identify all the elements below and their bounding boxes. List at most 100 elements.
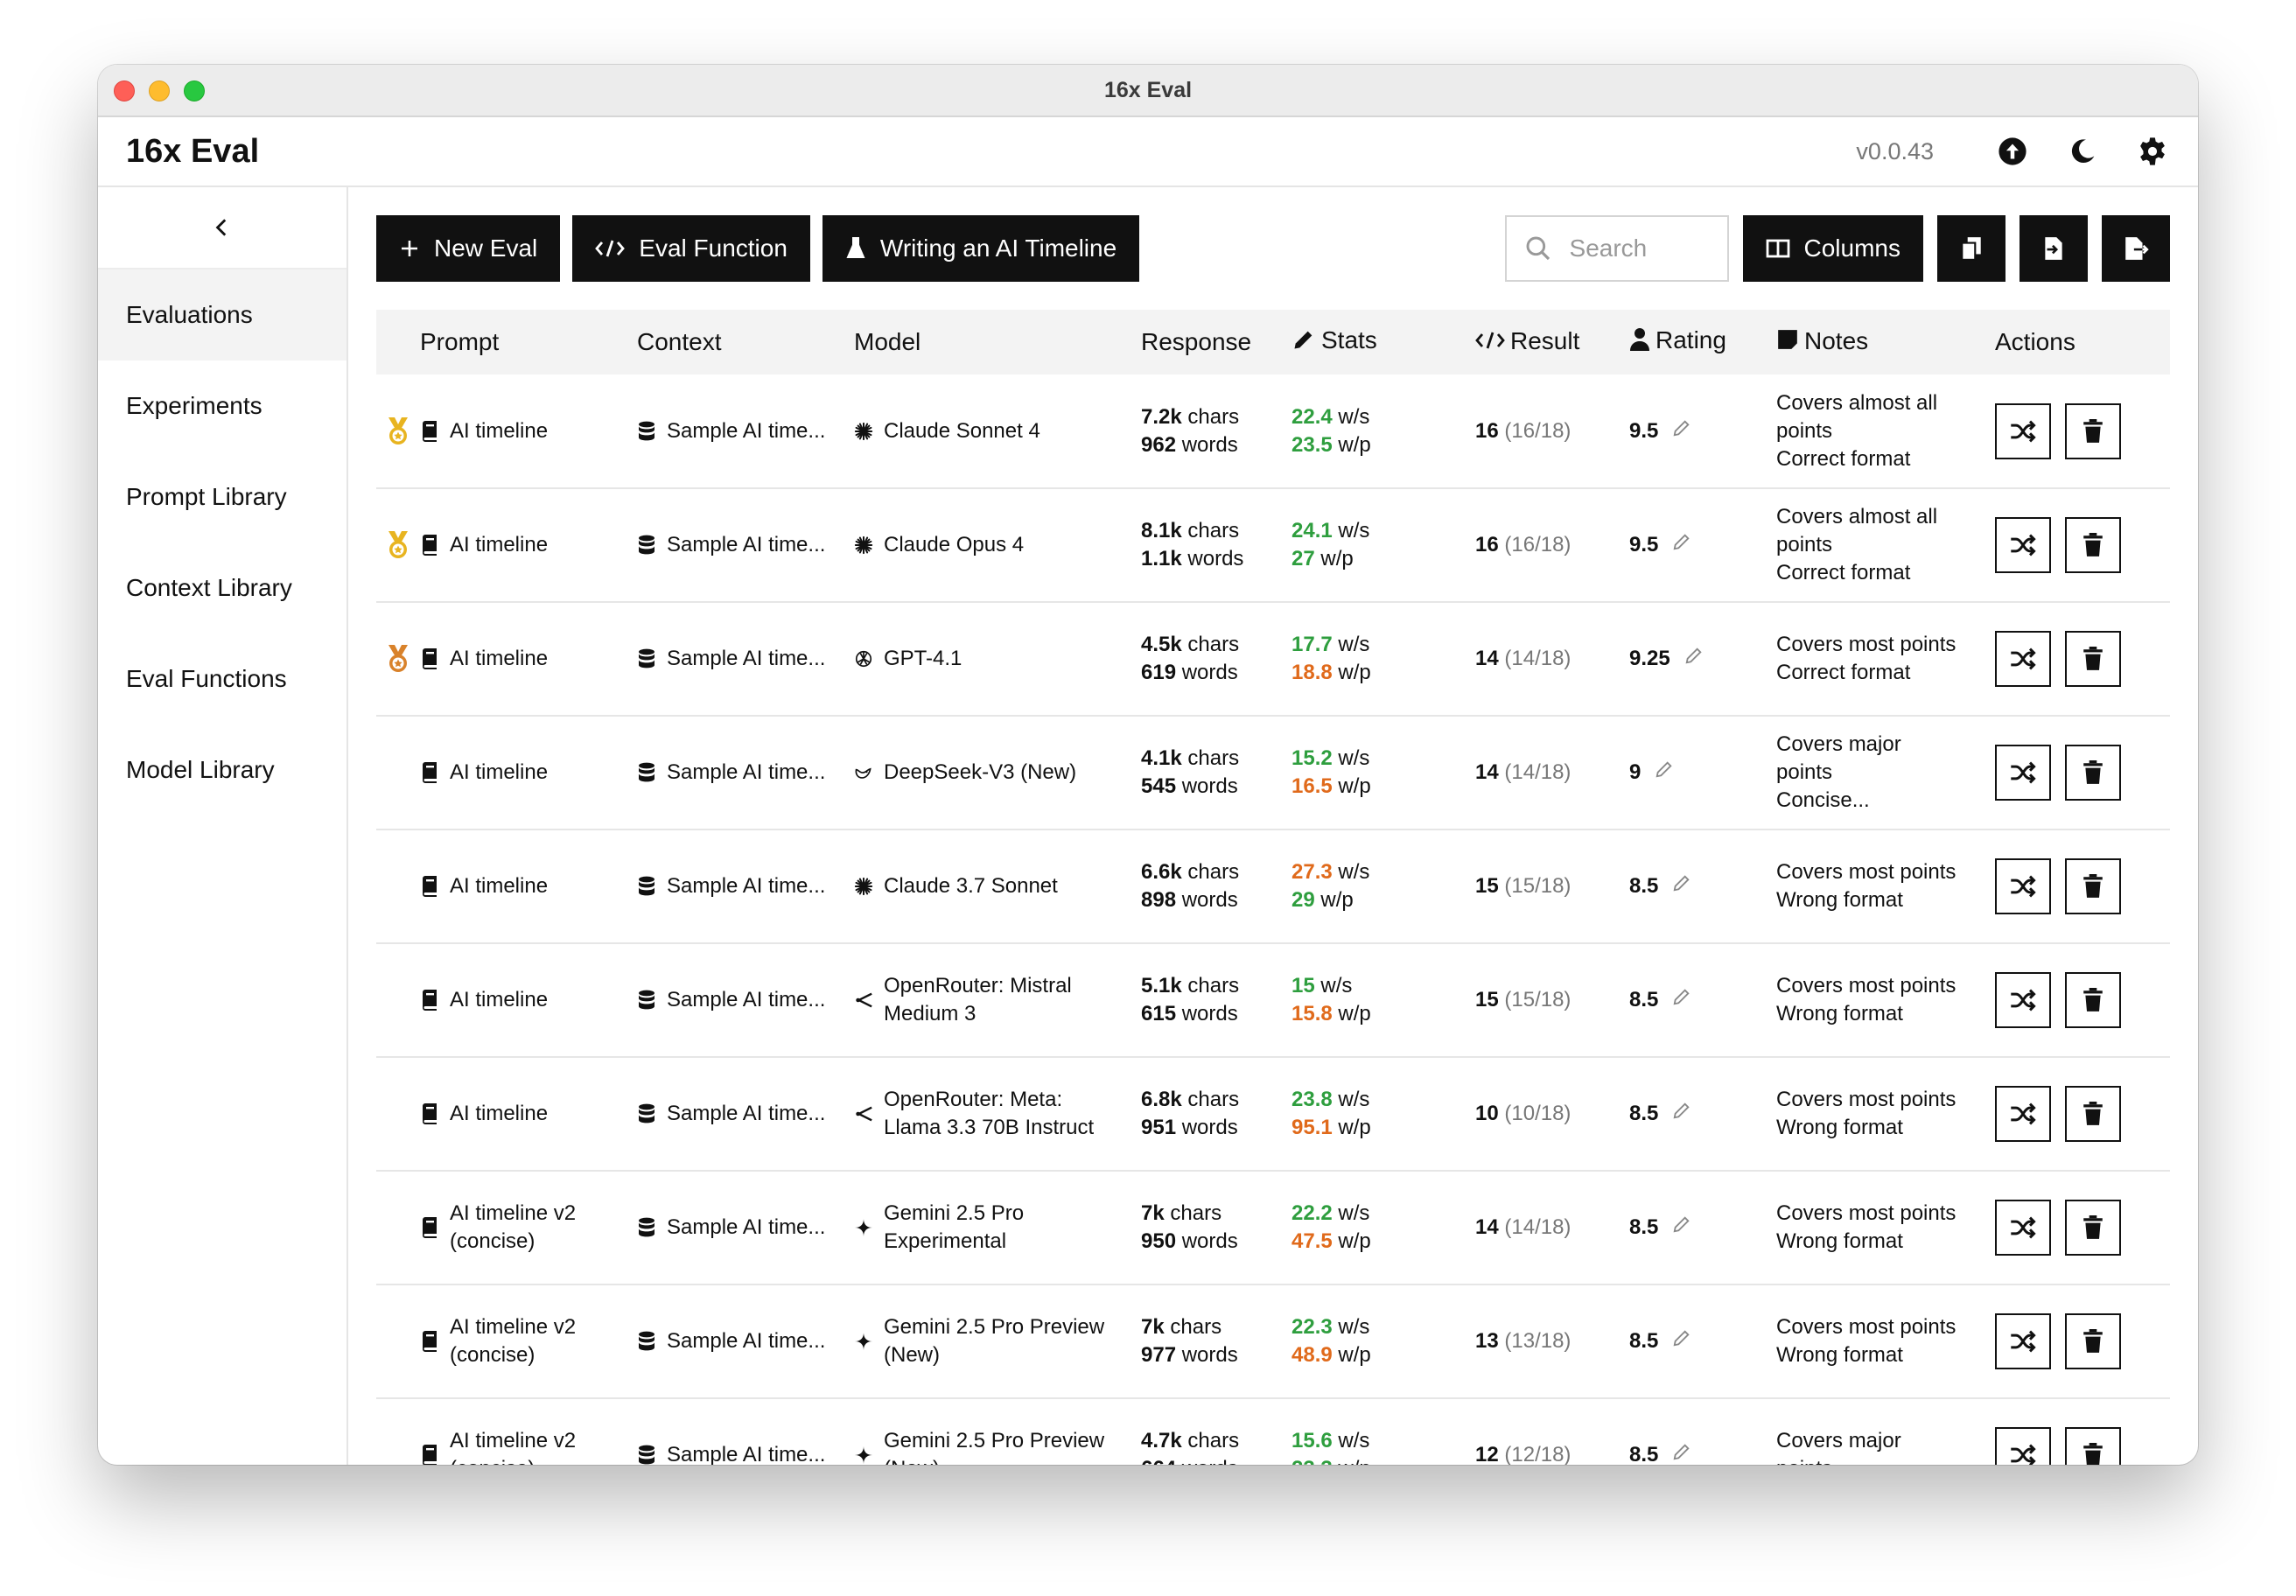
model-name[interactable]: DeepSeek-V3 (New) xyxy=(884,759,1076,787)
rerun-button[interactable] xyxy=(1995,745,2051,801)
table-row[interactable]: AI timeline v2(concise) Sample AI time..… xyxy=(376,1171,2170,1284)
edit-pencil-icon[interactable] xyxy=(1655,759,1674,787)
table-row[interactable]: AI timeline Sample AI time... Claude Opu… xyxy=(376,488,2170,602)
context-name[interactable]: Sample AI time... xyxy=(667,417,825,445)
model-name[interactable]: Claude 3.7 Sonnet xyxy=(884,872,1058,900)
sidebar-item-evaluations[interactable]: Evaluations xyxy=(98,270,346,360)
model-name[interactable]: Claude Opus 4 xyxy=(884,531,1024,559)
delete-button[interactable] xyxy=(2065,858,2121,914)
model-name[interactable]: GPT-4.1 xyxy=(884,645,962,673)
edit-pencil-icon[interactable] xyxy=(1672,417,1691,445)
header-context[interactable]: Context xyxy=(637,310,854,374)
edit-pencil-icon[interactable] xyxy=(1672,872,1691,900)
rerun-button[interactable] xyxy=(1995,517,2051,573)
context-name[interactable]: Sample AI time... xyxy=(667,872,825,900)
edit-pencil-icon[interactable] xyxy=(1672,1327,1691,1355)
sidebar-item-experiments[interactable]: Experiments xyxy=(98,360,346,452)
delete-button[interactable] xyxy=(2065,1313,2121,1369)
rerun-button[interactable] xyxy=(1995,1086,2051,1142)
sidebar-item-context-library[interactable]: Context Library xyxy=(98,542,346,634)
sidebar-item-prompt-library[interactable]: Prompt Library xyxy=(98,452,346,542)
sidebar-item-eval-functions[interactable]: Eval Functions xyxy=(98,634,346,724)
experiment-button[interactable]: Writing an AI Timeline xyxy=(822,215,1140,282)
rerun-button[interactable] xyxy=(1995,402,2051,459)
table-row[interactable]: AI timeline Sample AI time... OpenRouter… xyxy=(376,1057,2170,1171)
gear-icon[interactable] xyxy=(2135,134,2170,169)
context-name[interactable]: Sample AI time... xyxy=(667,1327,825,1355)
header-stats[interactable]: Stats xyxy=(1292,310,1475,374)
delete-button[interactable] xyxy=(2065,631,2121,687)
delete-button[interactable] xyxy=(2065,517,2121,573)
model-name[interactable]: Gemini 2.5 Pro Preview(New) xyxy=(884,1427,1104,1465)
prompt-name[interactable]: AI timeline xyxy=(450,872,548,900)
table-row[interactable]: AI timeline Sample AI time... Claude 3.7… xyxy=(376,830,2170,943)
model-name[interactable]: Gemini 2.5 Pro Experimental xyxy=(884,1200,1024,1256)
prompt-name[interactable]: AI timeline xyxy=(450,986,548,1014)
prompt-name[interactable]: AI timeline v2(concise) xyxy=(450,1200,576,1256)
export-button[interactable] xyxy=(2102,215,2170,282)
model-name[interactable]: OpenRouter: Mistral Medium 3 xyxy=(884,972,1072,1028)
edit-pencil-icon[interactable] xyxy=(1672,1214,1691,1242)
delete-button[interactable] xyxy=(2065,402,2121,459)
context-name[interactable]: Sample AI time... xyxy=(667,986,825,1014)
prompt-name[interactable]: AI timeline xyxy=(450,1100,548,1128)
context-name[interactable]: Sample AI time... xyxy=(667,1214,825,1242)
rerun-button[interactable] xyxy=(1995,1427,2051,1465)
edit-pencil-icon[interactable] xyxy=(1672,1441,1691,1465)
header-response[interactable]: Response xyxy=(1141,310,1292,374)
rerun-button[interactable] xyxy=(1995,1200,2051,1256)
rerun-button[interactable] xyxy=(1995,858,2051,914)
prompt-name[interactable]: AI timeline v2(concise) xyxy=(450,1313,576,1369)
prompt-name[interactable]: AI timeline xyxy=(450,645,548,673)
edit-pencil-icon[interactable] xyxy=(1684,645,1704,673)
table-row[interactable]: AI timeline Sample AI time... DeepSeek-V… xyxy=(376,716,2170,830)
context-name[interactable]: Sample AI time... xyxy=(667,531,825,559)
table-row[interactable]: AI timeline Sample AI time... GPT-4.1 4.… xyxy=(376,602,2170,716)
table-row[interactable]: AI timeline Sample AI time... OpenRouter… xyxy=(376,943,2170,1057)
context-name[interactable]: Sample AI time... xyxy=(667,1100,825,1128)
model-name[interactable]: Claude Sonnet 4 xyxy=(884,417,1040,445)
update-icon[interactable] xyxy=(1995,134,2030,169)
table-row[interactable]: AI timeline v2(concise) Sample AI time..… xyxy=(376,1284,2170,1398)
edit-pencil-icon[interactable] xyxy=(1672,1100,1691,1128)
sidebar-item-model-library[interactable]: Model Library xyxy=(98,724,346,816)
rerun-button[interactable] xyxy=(1995,631,2051,687)
minimize-window-button[interactable] xyxy=(149,80,170,102)
header-prompt[interactable]: Prompt xyxy=(420,310,637,374)
edit-pencil-icon[interactable] xyxy=(1672,986,1691,1014)
delete-button[interactable] xyxy=(2065,745,2121,801)
collapse-sidebar-button[interactable] xyxy=(98,187,346,270)
context-name[interactable]: Sample AI time... xyxy=(667,759,825,787)
context-name[interactable]: Sample AI time... xyxy=(667,1441,825,1465)
model-name[interactable]: Gemini 2.5 Pro Preview(New) xyxy=(884,1313,1104,1369)
delete-button[interactable] xyxy=(2065,1200,2121,1256)
edit-pencil-icon[interactable] xyxy=(1672,531,1691,559)
search-input[interactable]: Search xyxy=(1570,234,1648,262)
prompt-name[interactable]: AI timeline v2(concise) xyxy=(450,1427,576,1465)
new-eval-button[interactable]: New Eval xyxy=(376,215,561,282)
maximize-window-button[interactable] xyxy=(184,80,205,102)
columns-button[interactable]: Columns xyxy=(1742,215,1923,282)
rerun-button[interactable] xyxy=(1995,972,2051,1028)
copy-button[interactable] xyxy=(1937,215,2006,282)
model-name[interactable]: OpenRouter: Meta: Llama 3.3 70B Instruct xyxy=(884,1086,1094,1142)
context-name[interactable]: Sample AI time... xyxy=(667,645,825,673)
header-result[interactable]: Result xyxy=(1475,310,1629,374)
table-row[interactable]: AI timeline v2(concise) Sample AI time..… xyxy=(376,1398,2170,1465)
prompt-name[interactable]: AI timeline xyxy=(450,417,548,445)
table-row[interactable]: AI timeline Sample AI time... Claude Son… xyxy=(376,374,2170,488)
prompt-name[interactable]: AI timeline xyxy=(450,759,548,787)
header-model[interactable]: Model xyxy=(854,310,1141,374)
eval-function-button[interactable]: Eval Function xyxy=(572,215,810,282)
close-window-button[interactable] xyxy=(114,80,135,102)
delete-button[interactable] xyxy=(2065,1086,2121,1142)
header-rating[interactable]: Rating xyxy=(1629,310,1776,374)
header-notes[interactable]: Notes xyxy=(1776,310,1995,374)
rerun-button[interactable] xyxy=(1995,1313,2051,1369)
moon-icon[interactable] xyxy=(2065,134,2100,169)
search-box[interactable]: Search xyxy=(1504,215,1729,282)
delete-button[interactable] xyxy=(2065,1427,2121,1465)
delete-button[interactable] xyxy=(2065,972,2121,1028)
prompt-name[interactable]: AI timeline xyxy=(450,531,548,559)
import-button[interactable] xyxy=(2020,215,2088,282)
